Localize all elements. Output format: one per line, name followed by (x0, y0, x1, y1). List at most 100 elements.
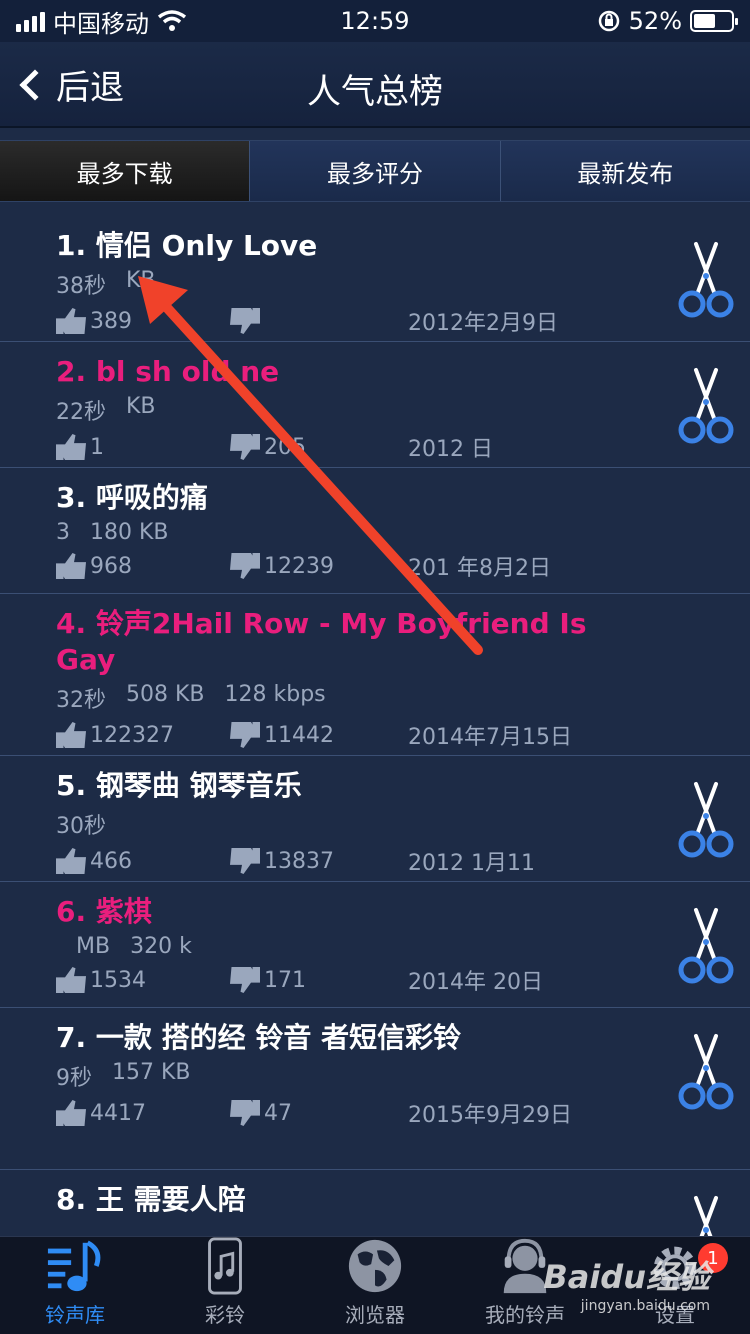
watermark-brand: Baidu经验 (543, 1258, 710, 1296)
list-item[interactable]: 3. 呼吸的痛 3 180 KB 968 12239 201 年8月2日 (0, 468, 750, 594)
release-date: 2012 1月11 (408, 851, 535, 876)
like-count[interactable]: 466 (56, 848, 132, 874)
ringtone-meta: 30秒 (56, 808, 750, 840)
thumbs-down-icon (230, 553, 260, 579)
thumbs-down-icon (230, 308, 260, 334)
tab-newest[interactable]: 最新发布 (499, 141, 750, 201)
dislike-count[interactable]: 47 (230, 1100, 292, 1126)
scissors-icon[interactable] (678, 906, 734, 986)
globe-icon (348, 1239, 402, 1293)
list-item[interactable]: 6. 紫棋 MB 320 k 1534 171 2014年 20日 (0, 882, 750, 1008)
dislike-count[interactable]: 11442 (230, 722, 334, 748)
status-bar: 中国移动 12:59 52% (0, 0, 750, 42)
baidu-watermark: Baidu经验 jingyan.baidu.com (543, 1252, 710, 1314)
ringtone-meta: 9秒 157 KB (56, 1060, 750, 1092)
tabbar-item-browser[interactable]: 浏览器 (300, 1237, 450, 1334)
dislike-count[interactable] (230, 308, 264, 334)
list-item[interactable]: 7. 一款 搭的经 铃音 者短信彩铃 9秒 157 KB 4417 47 2015年9月2… (0, 1008, 750, 1170)
ringtone-title: 6. 紫棋 (56, 895, 152, 928)
list-item[interactable]: 5. 钢琴曲 钢琴音乐 30秒 466 13837 2012 1月11 (0, 756, 750, 882)
dislike-count[interactable]: 205 (230, 434, 306, 460)
ringtone-stats: 1 205 2012 日 (56, 432, 750, 462)
like-count[interactable]: 1 (56, 434, 104, 460)
like-count[interactable]: 1534 (56, 967, 146, 993)
ringtone-list: 1. 情侣 Only Love 38秒 KB 389 2012年2月9日 2. bl sh… (0, 216, 750, 1272)
like-count[interactable]: 4417 (56, 1100, 146, 1126)
tab-most-downloads[interactable]: 最多下载 (0, 141, 250, 201)
list-item[interactable]: 2. bl sh old ne 22秒 KB 1 205 2012 日 (0, 342, 750, 468)
ringtone-meta: 38秒 KB (56, 268, 750, 300)
phone-music-icon (208, 1237, 242, 1295)
tabbar-item-color-ring[interactable]: 彩铃 (150, 1237, 300, 1334)
like-value: 466 (90, 848, 132, 874)
ringtone-title: 4. 铃声2Hail Row - My Boyfriend Is Gay (56, 607, 587, 676)
thumbs-down-icon (230, 1100, 260, 1126)
thumbs-up-icon (56, 848, 86, 874)
ringtone-title: 1. 情侣 Only Love (56, 229, 318, 262)
meta-value: MB (76, 934, 111, 959)
dislike-count[interactable]: 12239 (230, 553, 334, 579)
ringtone-meta: 3 180 KB (56, 520, 750, 545)
meta-value: 508 KB (126, 682, 205, 707)
ringtone-meta: MB 320 k (56, 934, 750, 959)
scissors-icon[interactable] (678, 780, 734, 860)
release-date: 2015年9月29日 (408, 1103, 572, 1128)
nav-bar: 后退 人气总榜 (0, 42, 750, 128)
meta-value: 128 kbps (224, 682, 326, 707)
ringtone-title: 2. bl sh old ne (56, 355, 280, 388)
list-item[interactable]: 1. 情侣 Only Love 38秒 KB 389 2012年2月9日 (0, 216, 750, 342)
like-value: 4417 (90, 1100, 146, 1126)
list-item[interactable]: 8. 王 需要人陪 (0, 1170, 750, 1272)
release-date: 201 年8月2日 (408, 556, 551, 581)
dislike-count[interactable]: 13837 (230, 848, 334, 874)
thumbs-up-icon (56, 967, 86, 993)
scissors-icon[interactable] (678, 1032, 734, 1112)
thumbs-up-icon (56, 553, 86, 579)
like-value: 389 (90, 308, 132, 334)
dislike-count[interactable]: 171 (230, 967, 306, 993)
thumbs-down-icon (230, 722, 260, 748)
list-item[interactable]: 4. 铃声2Hail Row - My Boyfriend Is Gay 32秒 5… (0, 594, 750, 756)
scissors-icon[interactable] (678, 366, 734, 446)
release-date: 2014年 20日 (408, 970, 543, 995)
meta-value: KB (126, 268, 156, 293)
ringtone-stats: 466 13837 2012 1月11 (56, 846, 750, 876)
ringtone-stats: 122327 11442 2014年7月15日 (56, 720, 750, 750)
thumbs-up-icon (56, 434, 86, 460)
clock: 12:59 (340, 7, 410, 35)
meta-value: 180 KB (90, 520, 169, 545)
meta-value: 9秒 (56, 1066, 92, 1091)
watermark-url: jingyan.baidu.com (580, 1298, 710, 1314)
tabbar-label: 铃声库 (45, 1303, 105, 1327)
like-value: 1 (90, 434, 104, 460)
thumbs-down-icon (230, 848, 260, 874)
meta-value: KB (126, 394, 156, 419)
dislike-value: 13837 (264, 848, 334, 874)
meta-value: 157 KB (112, 1060, 191, 1085)
tab-most-rated[interactable]: 最多评分 (249, 141, 500, 201)
release-date: 2012 日 (408, 437, 493, 462)
ringtone-stats: 1534 171 2014年 20日 (56, 965, 750, 995)
page-title: 人气总榜 (307, 72, 443, 112)
thumbs-up-icon (56, 308, 86, 334)
battery-icon (690, 10, 738, 32)
tabbar-label: 浏览器 (345, 1303, 405, 1327)
like-count[interactable]: 389 (56, 308, 132, 334)
like-count[interactable]: 968 (56, 553, 132, 579)
ringtone-meta: 22秒 KB (56, 394, 750, 426)
meta-value: 320 k (130, 934, 192, 959)
tabbar-item-ringtone-library[interactable]: 铃声库 (0, 1237, 150, 1334)
dislike-value: 11442 (264, 722, 334, 748)
meta-value: 30秒 (56, 814, 106, 839)
meta-value: 32秒 (56, 688, 106, 713)
ringtone-meta: 32秒 508 KB 128 kbps (56, 682, 750, 714)
tabbar-label: 彩铃 (205, 1303, 245, 1327)
like-value: 122327 (90, 722, 174, 748)
music-library-icon (47, 1240, 101, 1292)
like-count[interactable]: 122327 (56, 722, 174, 748)
thumbs-up-icon (56, 1100, 86, 1126)
thumbs-down-icon (230, 434, 260, 460)
thumbs-up-icon (56, 722, 86, 748)
dislike-value: 171 (264, 967, 306, 993)
scissors-icon[interactable] (678, 240, 734, 320)
